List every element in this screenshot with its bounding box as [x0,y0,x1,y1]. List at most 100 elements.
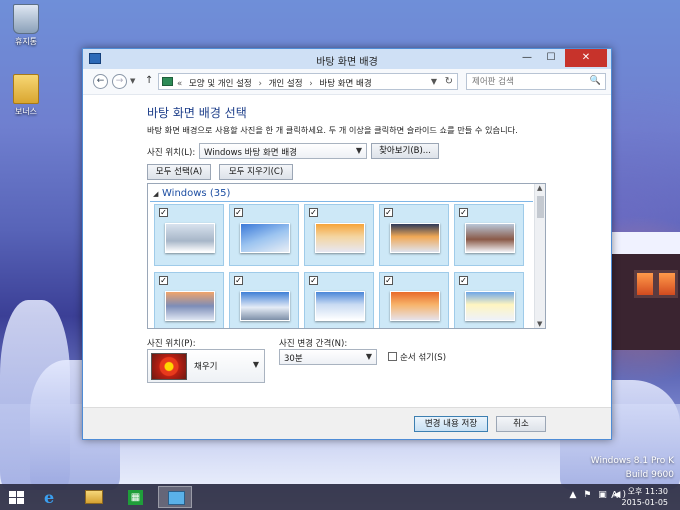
breadcrumb-separator[interactable]: › [258,79,261,89]
interval-value: 30분 [284,354,303,364]
interval-label: 사진 변경 간격(N): [279,339,348,349]
clock[interactable]: 오후 11:30 2015-01-05 [622,486,669,508]
wallpaper-tile[interactable]: ✓ [454,272,524,328]
recycle-bin-label: 휴지통 [14,37,38,46]
taskbar-internet-explorer[interactable]: e [36,486,70,508]
minimize-button[interactable]: — [515,49,539,67]
gallery-group-title: Windows (35) [162,188,231,199]
back-button[interactable]: ← [93,74,108,89]
page-title: 바탕 화면 배경 선택 [147,106,247,120]
breadcrumb-desktop-background[interactable]: 바탕 화면 배경 [319,79,371,89]
wallpaper-tile[interactable]: ✓ [304,204,374,266]
select-all-button[interactable]: 모두 선택(A) [147,164,211,180]
snowy-winter-thumbnail [165,223,215,253]
taskbar-store[interactable]: ▦ [118,486,152,508]
wallpaper-tile[interactable]: ✓ [304,272,374,328]
up-button[interactable]: ↑ [145,75,153,86]
tile-checkbox[interactable]: ✓ [384,208,393,217]
title-bar[interactable]: 바탕 화면 배경 — ☐ ✕ [83,49,611,69]
bonus-folder-label: 보너스 [14,107,38,116]
breadcrumb-personalization[interactable]: 개인 설정 [269,79,303,89]
bonus-folder[interactable]: 보너스 [4,74,48,117]
os-edition-watermark: Windows 8.1 Pro K [590,456,674,466]
wallpaper-tile[interactable]: ✓ [379,272,449,328]
orange-forest-thumbnail [390,291,440,321]
folder-icon [13,74,39,104]
snowy-mountains-thumbnail [240,291,290,321]
store-icon: ▦ [128,490,143,505]
cancel-button[interactable]: 취소 [496,416,546,432]
picture-position-select[interactable]: 채우기 ▼ [147,349,265,383]
tile-checkbox[interactable]: ✓ [384,276,393,285]
page-description: 바탕 화면 배경으로 사용할 사진을 한 개 클릭하세요. 두 개 이상을 클릭… [147,125,518,135]
control-panel-icon [162,77,173,86]
wallpaper-tile[interactable]: ✓ [154,204,224,266]
tile-checkbox[interactable]: ✓ [234,208,243,217]
address-bar[interactable]: « 모양 및 개인 설정 › 개인 설정 › 바탕 화면 배경 ▼ ↻ [158,73,458,90]
taskbar: e ▦ ▲ ⚑ ▣ ◀) A 오후 11:30 2015-01-05 [0,484,680,510]
clear-all-button[interactable]: 모두 지우기(C) [219,164,293,180]
snow-hills-thumbnail [315,291,365,321]
wallpaper-tile[interactable]: ✓ [154,272,224,328]
address-dropdown-icon[interactable]: ▼ [431,77,437,86]
winter-lake-thumbnail [165,291,215,321]
close-button[interactable]: ✕ [565,49,607,67]
refresh-icon[interactable]: ↻ [445,76,453,87]
save-changes-button[interactable]: 변경 내용 저장 [414,416,488,432]
scroll-up-icon[interactable]: ▲ [537,184,542,192]
recent-locations-dropdown[interactable]: ▼ [130,77,135,85]
cabin [598,232,680,350]
gallery-group-header[interactable]: ◢ Windows (35) [150,187,533,202]
interval-select[interactable]: 30분 ▼ [279,349,377,365]
collapse-triangle-icon[interactable]: ◢ [153,190,158,198]
winter-house-thumbnail [465,223,515,253]
wallpaper-tile[interactable]: ✓ [229,272,299,328]
internet-explorer-icon: e [44,488,55,507]
search-input[interactable] [467,74,587,89]
wallpaper-tile[interactable]: ✓ [454,204,524,266]
snow-sunrise-thumbnail [390,223,440,253]
forward-button[interactable]: → [112,74,127,89]
position-preview-thumbnail [151,353,187,380]
wallpaper-tile[interactable]: ✓ [379,204,449,266]
breadcrumb-overflow[interactable]: « [177,79,182,89]
browse-button[interactable]: 찾아보기(B)... [371,143,439,159]
tile-checkbox[interactable]: ✓ [309,208,318,217]
scrollbar-thumb[interactable] [537,196,544,218]
picture-location-label: 사진 위치(L): [147,148,196,158]
os-build-watermark: Build 9600 [625,470,674,480]
picture-location-select[interactable]: Windows 바탕 화면 배경 ▼ [199,143,367,159]
wallpaper-gallery[interactable]: ◢ Windows (35) ✓ ✓ ✓ ✓ ✓ ✓ ✓ ✓ ✓ ✓ ▲ ▼ [147,183,546,329]
taskbar-control-panel[interactable] [158,486,192,508]
tile-checkbox[interactable]: ✓ [159,208,168,217]
gallery-scrollbar[interactable]: ▲ ▼ [534,184,545,328]
dialog-footer: 변경 내용 저장 취소 [83,407,611,439]
chevron-down-icon: ▼ [355,146,362,155]
tile-checkbox[interactable]: ✓ [459,276,468,285]
recycle-bin[interactable]: 휴지통 [4,4,48,47]
recycle-bin-icon [13,4,39,34]
chevron-down-icon: ▼ [252,360,259,369]
desktop-background-window: 바탕 화면 배경 — ☐ ✕ ← → ▼ ↑ « 모양 및 개인 설정 › 개인… [82,48,612,440]
picture-location-value: Windows 바탕 화면 배경 [204,148,297,158]
picture-position-label: 사진 위치(P): [147,339,196,349]
ski-slope-thumbnail [465,291,515,321]
search-icon[interactable]: 🔍 [590,76,601,86]
wallpaper-tile[interactable]: ✓ [229,204,299,266]
breadcrumb-appearance[interactable]: 모양 및 개인 설정 [189,79,252,89]
shuffle-label: 순서 섞기(S) [400,353,447,363]
maximize-button[interactable]: ☐ [539,49,563,67]
tile-checkbox[interactable]: ✓ [234,276,243,285]
shuffle-checkbox[interactable] [388,352,397,361]
search-box[interactable]: 🔍 [466,73,606,90]
tile-checkbox[interactable]: ✓ [459,208,468,217]
scroll-down-icon[interactable]: ▼ [537,320,542,328]
tile-checkbox[interactable]: ✓ [309,276,318,285]
control-panel-icon [168,491,185,505]
system-tray-icons[interactable]: ▲ ⚑ ▣ ◀) [569,490,628,500]
start-button[interactable] [0,486,34,508]
tile-checkbox[interactable]: ✓ [159,276,168,285]
input-method-indicator[interactable]: A [611,490,618,501]
taskbar-file-explorer[interactable] [77,486,111,508]
breadcrumb-separator[interactable]: › [309,79,312,89]
